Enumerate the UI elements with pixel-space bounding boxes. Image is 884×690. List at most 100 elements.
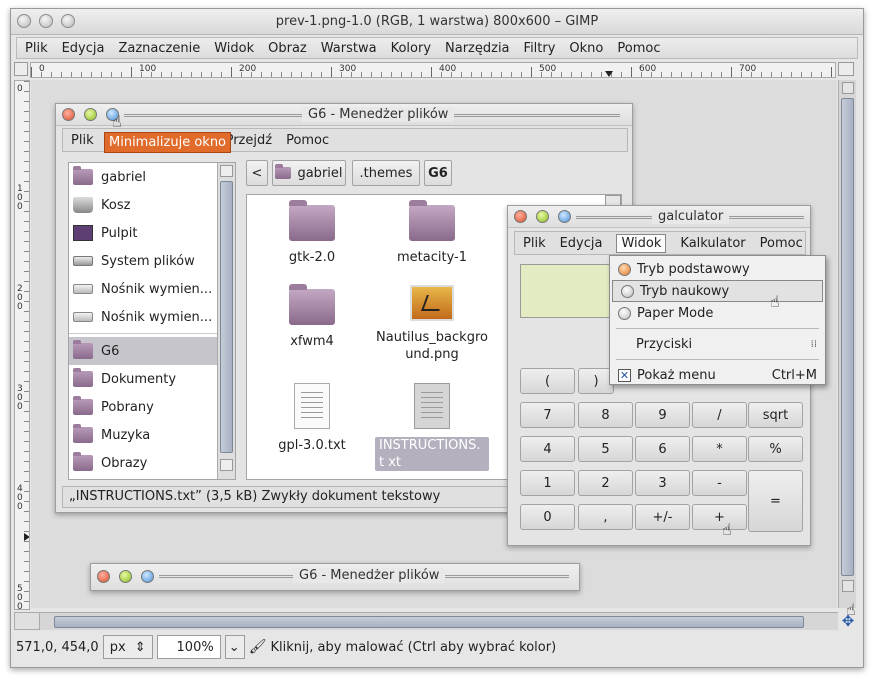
file-item[interactable]: metacity-1 <box>377 200 487 266</box>
fm-menu-plik[interactable]: Plik <box>71 133 94 148</box>
button-label: ( <box>544 373 551 389</box>
horizontal-scrollbar[interactable] <box>40 612 838 630</box>
fm-menu-pomoc[interactable]: Pomoc <box>286 133 329 148</box>
menu-zaznaczenie[interactable]: Zaznaczenie <box>118 41 200 56</box>
calc-button-plus[interactable]: + <box>692 504 747 530</box>
sidebar-item-muzyka[interactable]: Muzyka <box>69 421 235 449</box>
calc-button-sign[interactable]: +/- <box>635 504 690 530</box>
menu-narzedzia[interactable]: Narzędzia <box>445 41 510 56</box>
quick-mask-toggle[interactable] <box>14 612 40 630</box>
button-label: = <box>770 493 781 509</box>
path-button-gabriel[interactable]: gabriel <box>272 160 346 186</box>
calc-button-7[interactable]: 7 <box>520 402 575 428</box>
close-icon[interactable] <box>97 570 110 583</box>
minimize-icon[interactable] <box>558 210 571 223</box>
path-back-button[interactable]: < <box>246 160 268 186</box>
horizontal-scroll-thumb[interactable] <box>54 616 804 628</box>
calc-button-0[interactable]: 0 <box>520 504 575 530</box>
calc-button-sqrt[interactable]: sqrt <box>748 402 803 428</box>
fm-title: G6 - Menedżer plików <box>302 107 455 122</box>
file-item-selected[interactable]: INSTRUCTIONS.t xt <box>375 383 489 471</box>
menu-plik[interactable]: Plik <box>25 41 48 56</box>
path-button-themes[interactable]: .themes <box>352 160 420 186</box>
sidebar-scroll-thumb[interactable] <box>220 181 233 453</box>
sidebar-item-gabriel[interactable]: gabriel <box>69 163 235 191</box>
calc-menu-pomoc[interactable]: Pomoc <box>760 236 803 251</box>
calc-button-lparen[interactable]: ( <box>520 368 575 394</box>
calc-button-minus[interactable]: - <box>692 470 747 496</box>
calc-title: galculator <box>652 209 730 224</box>
image-thumbnail-icon <box>410 285 454 321</box>
file-item[interactable]: Nautilus_backgro und.png <box>375 285 489 363</box>
sidebar-item-obrazy[interactable]: Obrazy <box>69 449 235 477</box>
calc-menu-plik[interactable]: Plik <box>523 236 546 251</box>
maximize-icon[interactable] <box>84 108 97 121</box>
sidebar-item-pulpit[interactable]: Pulpit <box>69 219 235 247</box>
menu-item-show-menu[interactable]: ✕ Pokaż menu Ctrl+M <box>610 364 825 386</box>
menu-pomoc[interactable]: Pomoc <box>617 41 660 56</box>
quick-mask-corner[interactable] <box>14 62 28 76</box>
calc-button-1[interactable]: 1 <box>520 470 575 496</box>
sidebar-item-label: System plików <box>101 253 195 269</box>
calc-menu-widok[interactable]: Widok <box>616 233 667 253</box>
calc-button-divide[interactable]: / <box>692 402 747 428</box>
maximize-icon[interactable] <box>119 570 132 583</box>
calc-button-4[interactable]: 4 <box>520 436 575 462</box>
menu-edycja[interactable]: Edycja <box>62 41 105 56</box>
zoom-navigate-icon[interactable] <box>838 62 854 76</box>
menu-warstwa[interactable]: Warstwa <box>321 41 377 56</box>
path-button-g6[interactable]: G6 <box>424 160 452 186</box>
menu-obraz[interactable]: Obraz <box>268 41 307 56</box>
menu-kolory[interactable]: Kolory <box>391 41 431 56</box>
button-label: % <box>769 441 782 457</box>
folder-icon <box>73 452 93 471</box>
menu-item-buttons[interactable]: Przyciski ⁞⁞ <box>610 333 825 355</box>
menu-filtry[interactable]: Filtry <box>524 41 556 56</box>
calc-menu-edycja[interactable]: Edycja <box>560 236 603 251</box>
menu-widok[interactable]: Widok <box>214 41 254 56</box>
unit-select[interactable]: px ⇕ <box>102 635 153 659</box>
sidebar-item-pobrany[interactable]: Pobrany <box>69 393 235 421</box>
calc-button-9[interactable]: 9 <box>635 402 690 428</box>
calc-button-2[interactable]: 2 <box>578 470 633 496</box>
sidebar-item-g6[interactable]: G6 <box>69 337 235 365</box>
calc-button-8[interactable]: 8 <box>578 402 633 428</box>
menu-item-basic-mode[interactable]: Tryb podstawowy <box>610 258 825 280</box>
zoom-value: 100% <box>176 639 214 655</box>
file-manager-window-collapsed: G6 - Menedżer plików <box>90 563 580 591</box>
calc-button-comma[interactable]: , <box>578 504 633 530</box>
horizontal-ruler: 0 100 200 300 400 500 600 700 <box>30 62 836 78</box>
vertical-scrollbar[interactable] <box>838 80 856 608</box>
calc-button-multiply[interactable]: * <box>692 436 747 462</box>
zoom-dropdown-button[interactable]: ⌄ <box>224 635 245 659</box>
calc-button-percent[interactable]: % <box>748 436 803 462</box>
fm-menu-przejdz[interactable]: Przejdź <box>226 133 272 148</box>
desktop-icon <box>73 225 93 241</box>
minimize-icon[interactable] <box>141 570 154 583</box>
zoom-field[interactable]: 100% <box>156 635 221 659</box>
sidebar-scrollbar[interactable] <box>217 163 235 479</box>
sidebar-item-nosnik-2[interactable]: Nośnik wymien... <box>69 303 235 331</box>
menu-item-paper-mode[interactable]: Paper Mode <box>610 302 825 324</box>
menu-okno[interactable]: Okno <box>569 41 603 56</box>
close-icon[interactable] <box>62 108 75 121</box>
close-icon[interactable] <box>514 210 527 223</box>
calc-button-5[interactable]: 5 <box>578 436 633 462</box>
vertical-scroll-thumb[interactable] <box>841 98 854 576</box>
file-item[interactable]: gpl-3.0.txt <box>257 383 367 454</box>
calc-button-3[interactable]: 3 <box>635 470 690 496</box>
file-item[interactable]: gtk-2.0 <box>257 200 367 266</box>
fm2-title: G6 - Menedżer plików <box>293 568 446 583</box>
button-label: * <box>716 441 723 457</box>
sidebar-item-label: Pulpit <box>101 225 138 241</box>
calc-button-equals[interactable]: = <box>748 470 803 532</box>
maximize-icon[interactable] <box>536 210 549 223</box>
sidebar-item-nosnik-1[interactable]: Nośnik wymien... <box>69 275 235 303</box>
sidebar-item-kosz[interactable]: Kosz <box>69 191 235 219</box>
calc-menu-kalkulator[interactable]: Kalkulator <box>680 236 745 251</box>
calc-button-6[interactable]: 6 <box>635 436 690 462</box>
file-item[interactable]: xfwm4 <box>257 284 367 350</box>
sidebar-item-system[interactable]: System plików <box>69 247 235 275</box>
sidebar-item-dokumenty[interactable]: Dokumenty <box>69 365 235 393</box>
menu-item-scientific-mode[interactable]: Tryb naukowy <box>612 280 823 302</box>
